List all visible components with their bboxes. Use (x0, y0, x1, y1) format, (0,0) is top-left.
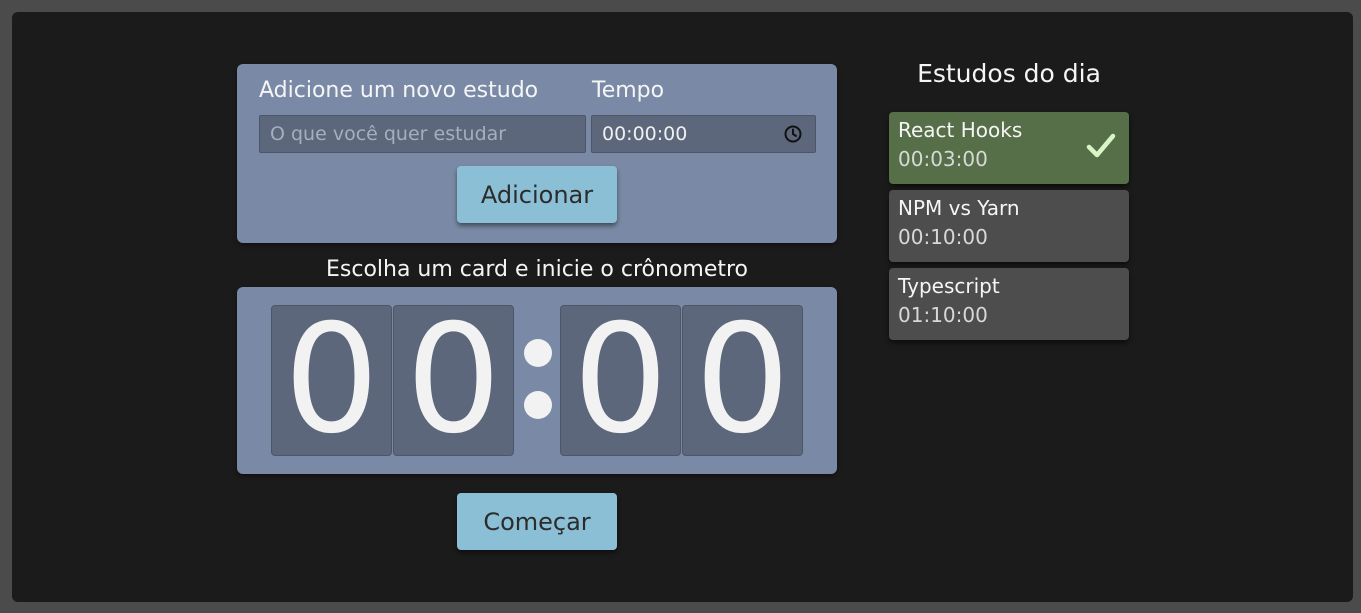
minutes-tens-digit: 0 (271, 305, 392, 456)
colon-top-dot (524, 339, 552, 367)
timer-instruction: Escolha um card e inicie o crônometro (325, 257, 749, 282)
minutes-ones-digit: 0 (393, 305, 514, 456)
colon-bottom-dot (524, 391, 552, 419)
start-button[interactable]: Começar (457, 493, 617, 550)
study-input[interactable] (259, 115, 586, 153)
study-item-npm-vs-yarn[interactable]: NPM vs Yarn 00:10:00 (889, 190, 1129, 262)
add-button[interactable]: Adicionar (457, 166, 617, 223)
seconds-ones-digit: 0 (682, 305, 803, 456)
study-name: Typescript (898, 274, 1000, 298)
time-input[interactable] (591, 115, 816, 153)
study-item-typescript[interactable]: Typescript 01:10:00 (889, 268, 1129, 340)
study-item-react-hooks[interactable]: React Hooks 00:03:00 (889, 112, 1129, 184)
time-field (591, 115, 816, 153)
seconds-tens-digit: 0 (560, 305, 681, 456)
app-container: Adicione um novo estudo Tempo Adicionar … (12, 12, 1353, 602)
stopwatch: 0 0 0 0 (237, 287, 837, 474)
clock-icon[interactable] (784, 125, 802, 143)
study-time: 01:10:00 (898, 303, 988, 327)
new-study-form: Adicione um novo estudo Tempo Adicionar (237, 64, 837, 243)
study-label: Adicione um novo estudo (259, 78, 539, 103)
study-name: NPM vs Yarn (898, 196, 1020, 220)
check-icon (1086, 133, 1116, 158)
time-label: Tempo (592, 78, 665, 103)
sidebar-title: Estudos do dia (917, 59, 1101, 88)
study-time: 00:10:00 (898, 225, 988, 249)
